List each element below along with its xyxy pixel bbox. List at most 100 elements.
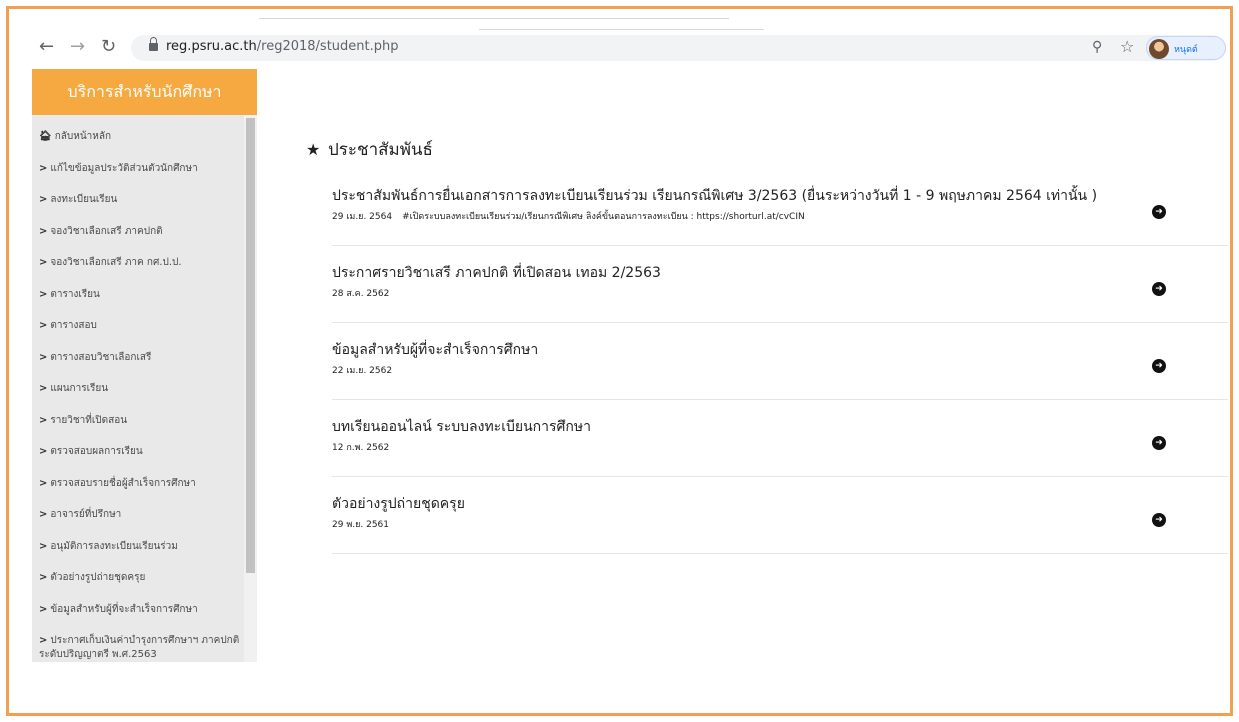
section-title-text: ประชาสัมพันธ์: [328, 140, 433, 160]
sidebar-item-joint-approval[interactable]: > อนุมัติการลงทะเบียนเรียนร่วม: [32, 535, 242, 567]
news-meta: 29 เม.ย. 2564 #เปิดระบบลงทะเบียนเรียนร่วม…: [332, 209, 805, 223]
arrow-right-circle-icon[interactable]: ➜: [1152, 359, 1166, 373]
chevron-right-icon: >: [39, 540, 48, 552]
news-date: 22 เม.ย. 2562: [332, 366, 393, 376]
sidebar-menu: 🏠︎ กลับหน้าหลัก > แก้ไขข้อมูลประวัติส่วนตั…: [32, 125, 242, 662]
sidebar-item-label: จองวิชาเลือกเสรี ภาค กศ.ป.ป.: [50, 257, 182, 268]
sidebar-title: บริการสำหรับนักศึกษา: [32, 69, 257, 115]
megaphone-icon: ★: [306, 140, 321, 159]
sidebar-item-label: ตรวจสอบผลการเรียน: [50, 446, 143, 457]
arrow-right-circle-icon[interactable]: ➜: [1152, 282, 1166, 296]
sidebar-item-exam-schedule[interactable]: > ตารางสอบ: [32, 314, 242, 346]
chevron-right-icon: >: [39, 572, 48, 583]
chevron-right-icon: >: [39, 635, 48, 646]
news-date: 29 เม.ย. 2564: [332, 212, 393, 222]
news-title[interactable]: ข้อมูลสำหรับผู้ที่จะสำเร็จการศึกษา: [332, 339, 538, 361]
tab-strip: [259, 9, 729, 19]
sidebar-item-graduation-info[interactable]: > ข้อมูลสำหรับผู้ที่จะสำเร็จการศึกษา: [32, 598, 242, 630]
chevron-right-icon: >: [39, 162, 48, 174]
sidebar-item-courses[interactable]: > รายวิชาที่เปิดสอน: [32, 409, 242, 441]
bookmark-star-icon[interactable]: ☆: [1120, 37, 1134, 56]
sidebar-scrollbar[interactable]: [244, 115, 257, 662]
chevron-right-icon: >: [39, 351, 48, 363]
news-meta: 29 พ.ย. 2561: [332, 517, 389, 531]
forward-arrow-icon[interactable]: →: [70, 37, 85, 57]
sidebar-item-label: แก้ไขข้อมูลประวัติส่วนตัวนักศึกษา: [50, 162, 198, 174]
news-title[interactable]: ประกาศรายวิชาเสรี ภาคปกติ ที่เปิดสอน เทอ…: [332, 262, 661, 284]
news-title[interactable]: ตัวอย่างรูปถ่ายชุดครุย: [332, 493, 465, 515]
news-item[interactable]: บทเรียนออนไลน์ ระบบลงทะเบียนการศึกษา 12 …: [332, 400, 1228, 477]
sidebar-item-gown-photo[interactable]: > ตัวอย่างรูปถ่ายชุดครุย: [32, 566, 242, 598]
news-title[interactable]: ประชาสัมพันธ์การยื่นเอกสารการลงทะเบียนเร…: [332, 185, 1097, 207]
arrow-right-circle-icon[interactable]: ➜: [1152, 205, 1166, 219]
sidebar-item-elective-special[interactable]: > จองวิชาเลือกเสรี ภาค กศ.ป.ป.: [32, 251, 242, 283]
news-list: ประชาสัมพันธ์การยื่นเอกสารการลงทะเบียนเร…: [332, 169, 1228, 554]
chevron-right-icon: >: [39, 603, 48, 615]
url-text[interactable]: reg.psru.ac.th/reg2018/student.php: [166, 39, 399, 54]
chevron-right-icon: >: [39, 225, 48, 237]
sidebar-item-label: ตัวอย่างรูปถ่ายชุดครุย: [50, 572, 146, 583]
sidebar-item-fee-announcement[interactable]: > ประกาศเก็บเงินค่าบำรุงการศึกษาฯ ภาคปกติ…: [32, 629, 242, 662]
sidebar-item-home[interactable]: 🏠︎ กลับหน้าหลัก: [32, 125, 242, 157]
chevron-right-icon: >: [39, 477, 48, 489]
profile-button[interactable]: หนุดต์: [1146, 36, 1226, 60]
sidebar-item-label: อนุมัติการลงทะเบียนเรียนร่วม: [50, 540, 178, 552]
sidebar-item-elective-exam[interactable]: > ตารางสอบวิชาเลือกเสรี: [32, 346, 242, 378]
scrollbar-thumb[interactable]: [246, 118, 255, 573]
news-title[interactable]: บทเรียนออนไลน์ ระบบลงทะเบียนการศึกษา: [332, 416, 591, 438]
sidebar-item-label: กลับหน้าหลัก: [54, 131, 112, 142]
page-title: ★ ประชาสัมพันธ์: [306, 136, 433, 163]
sidebar-item-label: แผนการเรียน: [50, 383, 109, 394]
sidebar-item-label: ประกาศเก็บเงินค่าบำรุงการศึกษาฯ ภาคปกติ …: [39, 635, 240, 660]
sidebar-item-label: ตารางสอบวิชาเลือกเสรี: [50, 351, 152, 363]
profile-name: หนุดต์: [1174, 45, 1198, 55]
zoom-icon[interactable]: ⚲: [1092, 39, 1102, 55]
home-icon: 🏠︎: [39, 131, 52, 142]
sidebar-item-label: จองวิชาเลือกเสรี ภาคปกติ: [50, 225, 163, 237]
chevron-right-icon: >: [39, 288, 48, 300]
sidebar-item-label: อาจารย์ที่ปรึกษา: [50, 509, 122, 520]
sidebar-item-label: ข้อมูลสำหรับผู้ที่จะสำเร็จการศึกษา: [50, 603, 198, 615]
chevron-right-icon: >: [39, 446, 48, 457]
screenshot-frame: ← → ↻ reg.psru.ac.th/reg2018/student.php…: [6, 6, 1233, 716]
chevron-right-icon: >: [39, 320, 48, 331]
news-item[interactable]: ตัวอย่างรูปถ่ายชุดครุย 29 พ.ย. 2561 ➜: [332, 477, 1228, 554]
sidebar-item-label: ตารางสอบ: [50, 320, 97, 331]
sidebar-item-study-plan[interactable]: > แผนการเรียน: [32, 377, 242, 409]
arrow-right-circle-icon[interactable]: ➜: [1152, 436, 1166, 450]
url-host: reg.psru.ac.th: [166, 39, 257, 54]
news-date: 29 พ.ย. 2561: [332, 520, 390, 530]
tab-divider: [479, 29, 764, 30]
news-item[interactable]: ข้อมูลสำหรับผู้ที่จะสำเร็จการศึกษา 22 เม…: [332, 323, 1228, 400]
chevron-right-icon: >: [39, 383, 48, 394]
lock-icon[interactable]: [149, 37, 158, 52]
avatar: [1149, 39, 1169, 59]
browser-toolbar: ← → ↻ reg.psru.ac.th/reg2018/student.php…: [9, 9, 1230, 61]
url-path: /reg2018/student.php: [256, 39, 399, 54]
chevron-right-icon: >: [39, 194, 48, 205]
news-item[interactable]: ประชาสัมพันธ์การยื่นเอกสารการลงทะเบียนเร…: [332, 169, 1228, 246]
sidebar-item-edit-profile[interactable]: > แก้ไขข้อมูลประวัติส่วนตัวนักศึกษา: [32, 157, 242, 189]
sidebar-item-class-schedule[interactable]: > ตารางเรียน: [32, 283, 242, 315]
sidebar-item-advisor[interactable]: > อาจารย์ที่ปรึกษา: [32, 503, 242, 535]
sidebar-item-label: ตรวจสอบรายชื่อผู้สำเร็จการศึกษา: [50, 477, 196, 489]
news-meta: 12 ก.พ. 2562: [332, 440, 389, 454]
news-date: 12 ก.พ. 2562: [332, 443, 390, 453]
sidebar-item-graduates[interactable]: > ตรวจสอบรายชื่อผู้สำเร็จการศึกษา: [32, 472, 242, 504]
reload-icon[interactable]: ↻: [101, 37, 116, 57]
news-item[interactable]: ประกาศรายวิชาเสรี ภาคปกติ ที่เปิดสอน เทอ…: [332, 246, 1228, 323]
news-date: 28 ส.ค. 2562: [332, 289, 390, 299]
chevron-right-icon: >: [39, 414, 48, 426]
sidebar-item-elective-regular[interactable]: > จองวิชาเลือกเสรี ภาคปกติ: [32, 220, 242, 252]
chevron-right-icon: >: [39, 257, 48, 268]
sidebar-item-register[interactable]: > ลงทะเบียนเรียน: [32, 188, 242, 220]
arrow-right-circle-icon[interactable]: ➜: [1152, 513, 1166, 527]
sidebar-item-label: รายวิชาที่เปิดสอน: [50, 414, 128, 426]
news-description: #เปิดระบบลงทะเบียนเรียนร่วม/เรียนกรณีพิเ…: [402, 212, 805, 222]
sidebar-item-grades[interactable]: > ตรวจสอบผลการเรียน: [32, 440, 242, 472]
sidebar-item-label: ตารางเรียน: [50, 288, 100, 300]
news-meta: 22 เม.ย. 2562: [332, 363, 392, 377]
chevron-right-icon: >: [39, 509, 48, 520]
sidebar: 🏠︎ กลับหน้าหลัก > แก้ไขข้อมูลประวัติส่วนตั…: [32, 115, 257, 662]
back-arrow-icon[interactable]: ←: [39, 37, 54, 57]
